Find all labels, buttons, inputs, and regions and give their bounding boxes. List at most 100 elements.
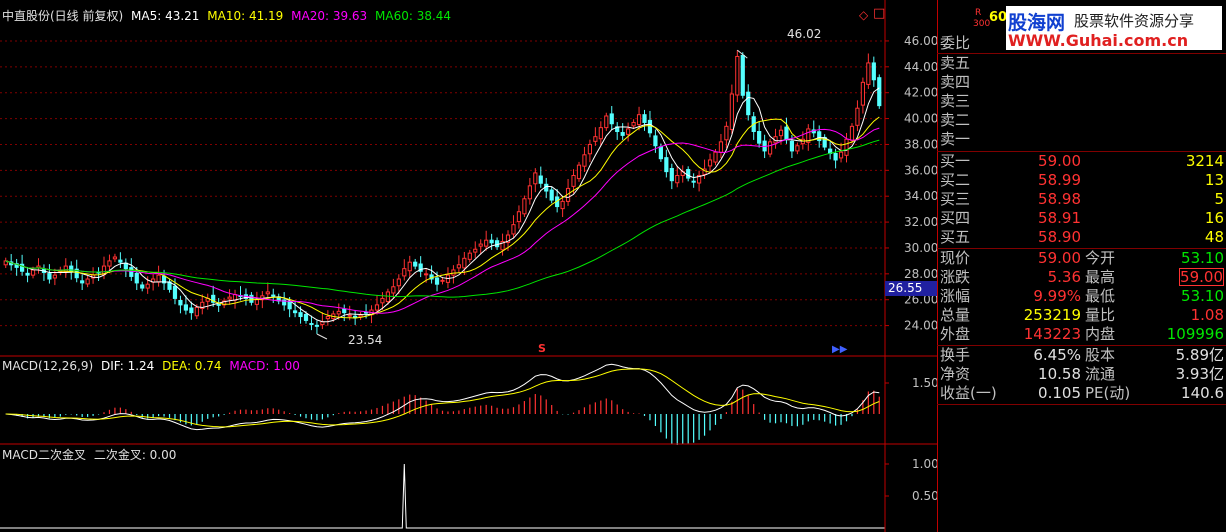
candle-body — [527, 185, 532, 200]
candle-body — [413, 261, 418, 267]
high-price-label: 46.02 — [787, 27, 822, 41]
candle-body — [833, 153, 838, 161]
buy-level-label: 买一 — [940, 152, 971, 170]
candle-body — [396, 278, 401, 287]
quote-value: 53.10 — [1181, 249, 1224, 267]
sell-level-label: 卖五 — [940, 54, 971, 72]
stock-title: 中直股份(日线 前复权) — [2, 9, 124, 23]
candle-body — [407, 261, 412, 272]
quote-row: 涨幅 9.99% 最低 53.10 — [937, 287, 1226, 306]
sell-row[interactable]: 卖一 — [937, 130, 1226, 149]
quote-label: 涨跌 — [940, 268, 971, 286]
candle-body — [107, 260, 112, 267]
fundamental-row: 收益(一) 0.105 PE(动) 140.6 — [937, 384, 1226, 403]
quote-label: 最低 — [1085, 287, 1116, 305]
candle-body — [292, 310, 298, 314]
window-square-icon[interactable]: □ — [873, 6, 885, 21]
quote-label: 现价 — [940, 249, 971, 267]
candle-body — [767, 141, 773, 155]
buy-price: 58.91 — [1038, 209, 1081, 227]
fundamental-row: 换手 6.45% 股本 5.89亿 — [937, 346, 1226, 365]
divider — [937, 404, 1226, 405]
y-tick-label: 38.00 — [904, 137, 937, 151]
buy-row[interactable]: 买五 58.90 48 — [937, 228, 1226, 247]
candle-body — [227, 296, 232, 300]
fundamental-value: 6.45% — [1033, 346, 1081, 364]
candle-body — [298, 312, 303, 318]
candle-body — [25, 272, 30, 276]
buy-row[interactable]: 买三 58.98 5 — [937, 190, 1226, 209]
sell-level-label: 卖二 — [940, 111, 971, 129]
fundamental-label: PE(动) — [1085, 384, 1131, 402]
candle-body — [303, 313, 309, 321]
quote-label: 涨幅 — [940, 287, 971, 305]
fundamental-value: 10.58 — [1038, 365, 1081, 383]
sell-row[interactable]: 卖二 — [937, 111, 1226, 130]
macd-value-legend: MACD: 1.00 — [229, 359, 300, 373]
candle-body — [172, 285, 178, 299]
candle-body — [626, 128, 631, 135]
candle-body — [342, 308, 347, 314]
candle-body — [347, 314, 352, 317]
diamond-icon[interactable]: ◇ — [859, 8, 868, 22]
candle-body — [314, 324, 320, 327]
candle-body — [511, 224, 516, 235]
candle-body — [391, 286, 396, 294]
buy-volume: 5 — [1214, 190, 1224, 208]
candle-body — [325, 316, 330, 320]
sell-row[interactable]: 卖四 — [937, 73, 1226, 92]
candle-body — [134, 272, 139, 284]
candle-body — [664, 157, 669, 173]
buy-row[interactable]: 买一 59.00 3214 — [937, 152, 1226, 171]
candle-body — [549, 189, 554, 201]
buy-row[interactable]: 买四 58.91 16 — [937, 209, 1226, 228]
candle-body — [855, 107, 860, 126]
candle-body — [691, 180, 696, 183]
candle-body — [718, 141, 724, 153]
buy-row[interactable]: 买二 58.99 13 — [937, 171, 1226, 190]
candle-body — [582, 154, 587, 167]
buy-volume: 48 — [1204, 228, 1224, 246]
y-tick-label: 28.00 — [904, 267, 937, 281]
fundamental-label: 流通 — [1085, 365, 1116, 383]
sell-row[interactable]: 卖五 — [937, 54, 1226, 73]
fundamental-label: 换手 — [940, 346, 971, 364]
quote-row: 现价 59.00 今开 53.10 — [937, 249, 1226, 268]
candle-body — [647, 119, 653, 134]
candle-body — [80, 280, 85, 284]
fundamental-label: 净资 — [940, 365, 971, 383]
candle-body — [576, 164, 582, 180]
candle-body — [784, 126, 789, 140]
scroll-right-icon[interactable]: ▶▶ — [832, 344, 847, 355]
y-tick-label: 24.00 — [904, 319, 937, 333]
quote-value: 9.99% — [1033, 287, 1081, 305]
cross-tick-label: 1.00 — [912, 457, 937, 471]
candle-body — [724, 125, 729, 141]
watermark-box: 股海网 股票软件资源分享 WWW.Guhai.com.cn — [1006, 6, 1222, 50]
buy-level-label: 买二 — [940, 171, 971, 189]
candle-body — [47, 273, 52, 280]
candle-body — [265, 291, 270, 295]
macd-header: MACD(12,26,9) DIF: 1.24 DEA: 0.74 MACD: … — [2, 359, 300, 373]
candle-body — [494, 240, 500, 248]
main-chart-header: 中直股份(日线 前复权) MA5: 43.21 MA10: 41.19 MA20… — [2, 7, 451, 24]
candle-body — [189, 307, 194, 314]
candle-body — [849, 125, 855, 141]
y-tick-label: 42.00 — [904, 86, 937, 100]
sell-level-label: 卖三 — [940, 92, 971, 110]
quote-label: 外盘 — [940, 325, 971, 343]
ma20-legend: MA20: 39.63 — [291, 9, 368, 23]
sell-row[interactable]: 卖三 — [937, 92, 1226, 111]
buy-volume: 13 — [1204, 171, 1224, 189]
fundamental-value: 3.93亿 — [1175, 365, 1224, 383]
buy-price: 58.99 — [1038, 171, 1081, 189]
fundamental-value: 0.105 — [1038, 384, 1081, 402]
candle-body — [271, 294, 276, 297]
buy-level-label: 买五 — [940, 228, 971, 246]
candle-body — [123, 262, 128, 270]
candle-body — [85, 278, 90, 285]
buy-level-label: 买四 — [940, 209, 971, 227]
candle-body — [860, 81, 865, 106]
cross-tick-label: 0.50 — [912, 489, 937, 503]
candle-body — [631, 121, 636, 127]
